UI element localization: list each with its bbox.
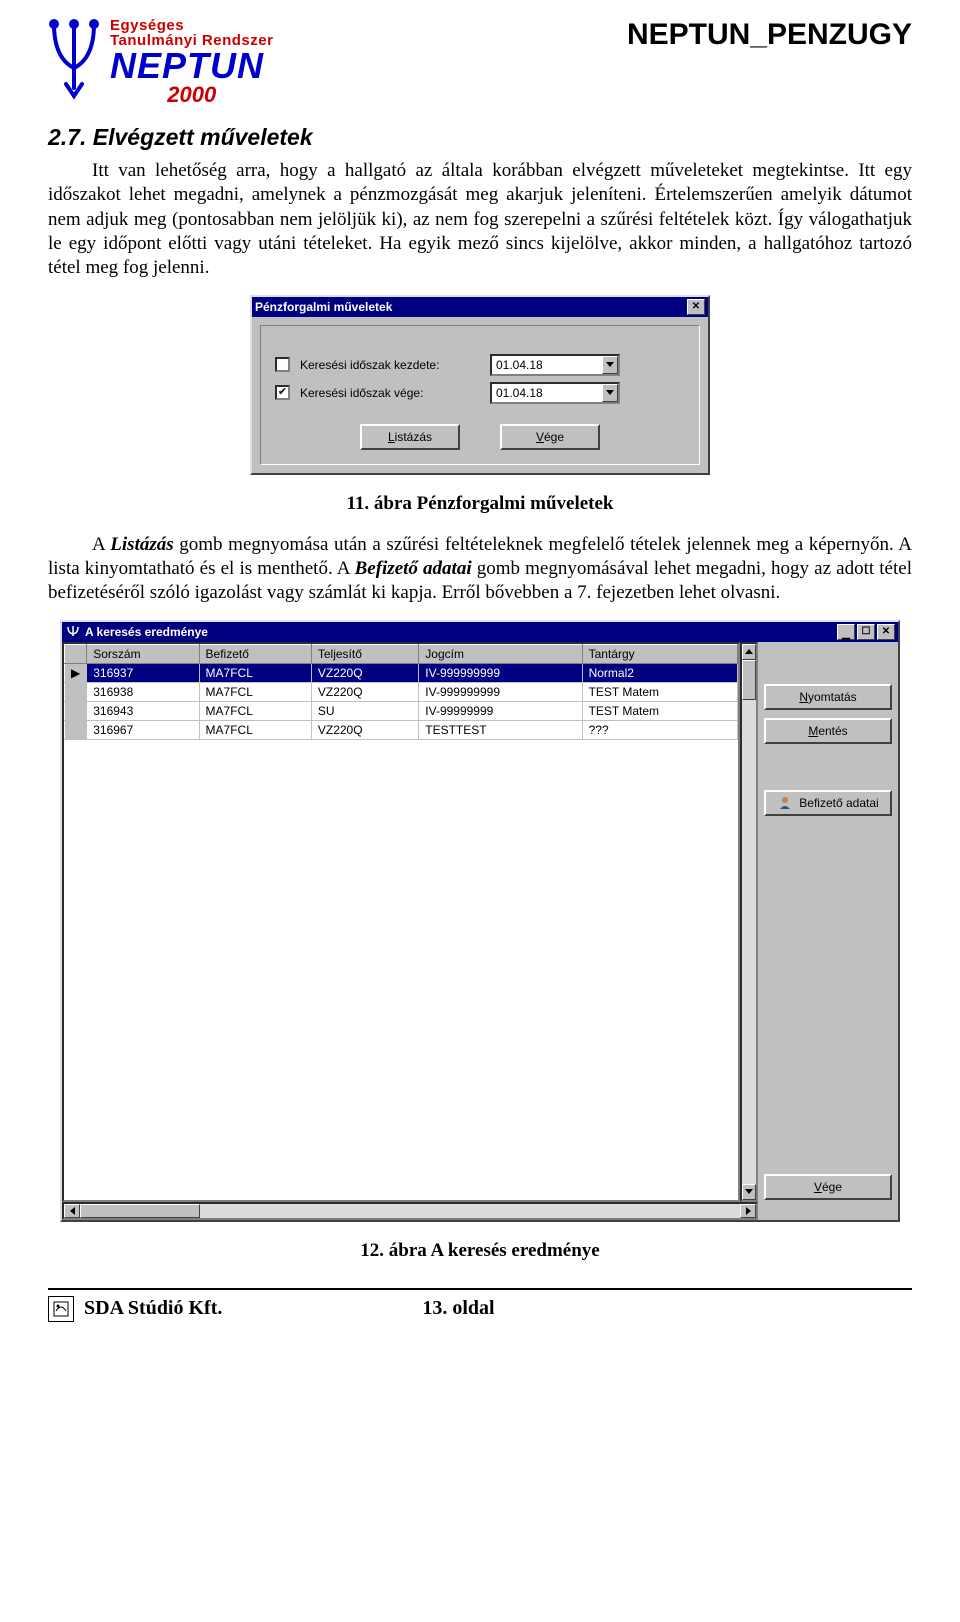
dialog-penzforgalmi: Pénzforgalmi műveletek ✕ Keresési idősza… [250,295,710,475]
scroll-left-icon[interactable] [64,1204,80,1218]
vertical-scrollbar[interactable] [740,642,758,1202]
payer-button[interactable]: Befizető adatai [764,790,892,816]
cell: 316967 [87,720,199,739]
scroll-right-icon[interactable] [740,1204,756,1218]
dropdown-icon[interactable] [602,384,618,402]
cell: IV-99999999 [419,701,582,720]
cell: 316943 [87,701,199,720]
footer-icon [48,1296,74,1322]
column-header[interactable]: Jogcím [419,644,582,663]
person-icon [777,795,793,811]
checkbox-start[interactable] [275,357,290,372]
cell: 316938 [87,682,199,701]
cell: VZ220Q [311,720,418,739]
dropdown-icon[interactable] [602,356,618,374]
cell: VZ220Q [311,682,418,701]
cell: 316937 [87,663,199,682]
cell: VZ220Q [311,663,418,682]
side-buttons: Nyomtatás Mentés Befizető adatai Vége [758,642,898,1220]
paragraph-1: Itt van lehetőség arra, hogy a hallgató … [48,159,912,281]
cell: MA7FCL [199,682,311,701]
logo-line1: Egységes [110,18,273,33]
end-button[interactable]: Vége [764,1174,892,1200]
end-button[interactable]: Vége [500,424,600,450]
page-header: Egységes Tanulmányi Rendszer NEPTUN 2000… [48,18,912,106]
scroll-up-icon[interactable] [742,644,756,660]
close-icon[interactable]: ✕ [877,624,895,640]
table-row[interactable]: 316967MA7FCLVZ220QTESTTEST??? [65,720,738,739]
list-button[interactable]: Listázás [360,424,460,450]
save-button[interactable]: Mentés [764,718,892,744]
cell: TEST Matem [582,701,737,720]
scroll-down-icon[interactable] [742,1184,756,1200]
minimize-icon[interactable]: ▁ [837,624,855,640]
row-marker-header [65,644,87,663]
maximize-icon[interactable]: ☐ [857,624,875,640]
paragraph-2: A Listázás gomb megnyomása után a szűrés… [48,533,912,606]
label-start: Keresési időszak kezdete: [300,358,490,372]
trident-icon [48,18,100,100]
horizontal-scrollbar[interactable] [62,1202,758,1220]
cell: MA7FCL [199,701,311,720]
checkbox-end[interactable]: ✔ [275,385,290,400]
logo-block: Egységes Tanulmányi Rendszer NEPTUN 2000 [48,18,273,106]
cell: ??? [582,720,737,739]
scroll-thumb[interactable] [80,1204,200,1218]
cell: Normal2 [582,663,737,682]
titlebar: Pénzforgalmi műveletek ✕ [252,297,708,317]
table-row[interactable]: 316943MA7FCLSUIV-99999999TEST Matem [65,701,738,720]
row-marker [65,701,87,720]
titlebar-text: A keresés eredménye [85,625,837,639]
column-header[interactable]: Tantárgy [582,644,737,663]
row-marker [65,720,87,739]
scroll-thumb[interactable] [742,660,756,700]
figure-caption-1: 11. ábra Pénzforgalmi műveletek [48,493,912,515]
logo-brand: NEPTUN [110,48,273,84]
search-fieldset: Keresési időszak kezdete: ✔ Keresési idő… [260,325,700,465]
figure-caption-2: 12. ábra A keresés eredménye [48,1240,912,1262]
footer-page: 13. oldal [422,1297,494,1320]
row-marker: ▶ [65,663,87,682]
table-row[interactable]: ▶316937MA7FCLVZ220QIV-999999999Normal2 [65,663,738,682]
cell: IV-999999999 [419,682,582,701]
column-header[interactable]: Teljesítő [311,644,418,663]
date-start-input[interactable] [492,356,602,374]
print-button[interactable]: Nyomtatás [764,684,892,710]
row-marker [65,682,87,701]
section-heading: 2.7. Elvégzett műveletek [48,124,912,151]
cell: TEST Matem [582,682,737,701]
cell: MA7FCL [199,720,311,739]
close-icon[interactable]: ✕ [687,299,705,315]
logo-year: 2000 [110,84,273,106]
column-header[interactable]: Sorszám [87,644,199,663]
label-end: Keresési időszak vége: [300,386,490,400]
dialog-results: A keresés eredménye ▁ ☐ ✕ SorszámBefizet… [60,620,900,1222]
results-grid[interactable]: SorszámBefizetőTeljesítőJogcímTantárgy ▶… [62,642,740,1202]
footer-company: SDA Stúdió Kft. [84,1297,222,1320]
app-icon [65,624,81,640]
column-header[interactable]: Befizető [199,644,311,663]
table-row[interactable]: 316938MA7FCLVZ220QIV-999999999TEST Matem [65,682,738,701]
date-end-input[interactable] [492,384,602,402]
date-end[interactable] [490,382,620,404]
titlebar-text: Pénzforgalmi műveletek [255,300,687,314]
cell: MA7FCL [199,663,311,682]
date-start[interactable] [490,354,620,376]
cell: SU [311,701,418,720]
page-title: NEPTUN_PENZUGY [627,18,912,52]
cell: IV-999999999 [419,663,582,682]
page-footer: SDA Stúdió Kft. 13. oldal [48,1288,912,1322]
titlebar: A keresés eredménye ▁ ☐ ✕ [62,622,898,642]
cell: TESTTEST [419,720,582,739]
